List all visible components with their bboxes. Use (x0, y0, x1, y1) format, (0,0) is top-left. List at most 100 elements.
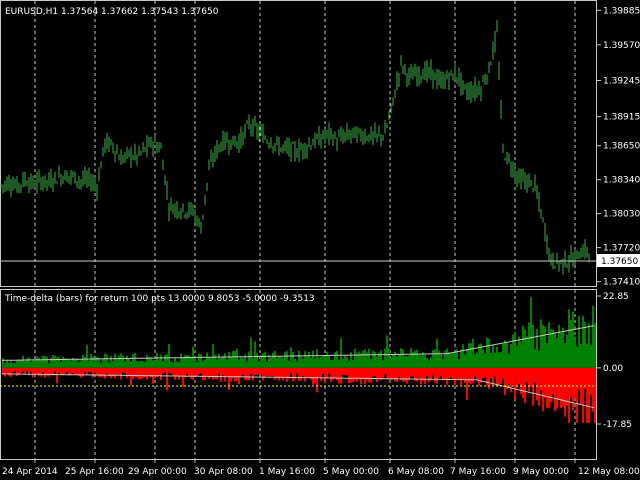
histogram-bar-up (42, 355, 44, 368)
histogram-bar-up (374, 351, 376, 368)
histogram-bar-down (554, 367, 556, 411)
histogram-bar-down (436, 367, 438, 384)
histogram-bar-up (354, 348, 356, 368)
histogram-bar-up (238, 359, 240, 368)
histogram-bar-up (528, 322, 530, 368)
histogram-bar-down (142, 367, 144, 379)
indicator-tick-label: 22.85 (603, 292, 629, 302)
histogram-bar-down (50, 367, 52, 375)
histogram-bar-down (500, 367, 502, 384)
histogram-bar-down (468, 367, 470, 383)
histogram-bar-up (336, 351, 338, 368)
symbol-info: EURUSD,H1 1.37564 1.37662 1.37543 1.3765… (5, 7, 219, 17)
histogram-bar-up (220, 358, 222, 368)
histogram-bar-down (578, 367, 580, 391)
histogram-bar-down (148, 367, 150, 377)
histogram-bar-up (206, 352, 208, 368)
histogram-bar-down (312, 367, 314, 385)
histogram-bar-down (196, 367, 198, 377)
histogram-bar-up (510, 344, 512, 368)
histogram-bar-up (150, 357, 152, 368)
histogram-bar-up (54, 355, 56, 368)
histogram-bar-up (56, 357, 58, 368)
histogram-bar-down (464, 367, 466, 383)
histogram-bar-down (164, 367, 166, 373)
histogram-bar-up (454, 352, 456, 368)
histogram-bar-down (186, 367, 188, 374)
histogram-bar-up (382, 360, 384, 368)
histogram-bar-up (420, 354, 422, 368)
histogram-bar-down (192, 367, 194, 381)
histogram-bar-down (496, 367, 498, 387)
histogram-bar-down (216, 367, 218, 380)
histogram-bar-down (412, 367, 414, 377)
histogram-bar-up (356, 353, 358, 368)
indicator-tick-label: 0.00 (603, 364, 623, 374)
histogram-bar-up (344, 355, 346, 368)
histogram-bar-down (178, 367, 180, 380)
histogram-bar-up (146, 355, 148, 368)
histogram-bar-up (272, 352, 274, 368)
histogram-bar-down (240, 367, 242, 377)
histogram-bar-down (574, 367, 576, 399)
histogram-bar-down (318, 367, 320, 377)
histogram-bar-up (410, 347, 412, 368)
histogram-bar-down (110, 367, 112, 379)
histogram-bar-up (496, 346, 498, 368)
histogram-bar-down (26, 367, 28, 372)
histogram-bar-down (508, 367, 510, 384)
histogram-bar-down (370, 367, 372, 383)
histogram-bar-down (556, 367, 558, 409)
histogram-bar-up (566, 334, 568, 368)
histogram-bar-up (274, 350, 276, 368)
histogram-bar-down (114, 367, 116, 379)
histogram-bar-down (552, 367, 554, 395)
histogram-bar-down (36, 367, 38, 375)
histogram-bar-up (340, 338, 342, 368)
histogram-bar-down (166, 367, 168, 391)
histogram-bar-down (346, 367, 348, 376)
histogram-bar-down (388, 367, 390, 380)
histogram-bar-down (24, 367, 26, 374)
histogram-bar-down (558, 367, 560, 401)
histogram-bar-down (194, 367, 196, 376)
histogram-bar-up (234, 350, 236, 368)
histogram-bar-down (338, 367, 340, 384)
histogram-bar-up (60, 361, 62, 368)
time-tick-label: 12 May 08:00 (578, 467, 640, 477)
histogram-bar-down (74, 367, 76, 375)
histogram-bar-up (286, 351, 288, 368)
histogram-bar-down (372, 367, 374, 377)
histogram-bar-up (550, 329, 552, 368)
histogram-bar-up (440, 353, 442, 368)
histogram-bar-down (582, 367, 584, 423)
histogram-bar-up (586, 343, 588, 368)
histogram-bar-down (434, 367, 436, 383)
histogram-bar-up (582, 315, 584, 368)
price-tick-label: 1.37720 (603, 244, 640, 254)
histogram-bar-up (590, 345, 592, 368)
histogram-bar-down (446, 367, 448, 385)
price-tick-label: 1.38340 (603, 176, 640, 186)
histogram-bar-up (100, 362, 102, 368)
histogram-bar-up (362, 350, 364, 368)
histogram-bar-down (268, 367, 270, 377)
histogram-bar-up (312, 350, 314, 368)
histogram-bar-up (96, 356, 98, 368)
histogram-bar-up (212, 344, 214, 368)
histogram-bar-down (576, 367, 578, 423)
histogram-bar-down (208, 367, 210, 380)
histogram-bar-up (292, 352, 294, 368)
histogram-bar-down (444, 367, 446, 381)
histogram-bar-down (350, 367, 352, 383)
histogram-bar-down (360, 367, 362, 385)
histogram-bar-down (174, 367, 176, 380)
histogram-bar-up (14, 363, 16, 368)
histogram-bar-up (110, 355, 112, 368)
histogram-bar-down (516, 367, 518, 388)
histogram-bar-up (448, 352, 450, 368)
histogram-bar-down (56, 367, 58, 384)
trading-chart[interactable]: 1.37650 1.39885 1.39570 1.39245 1.38915 1.38… (0, 0, 640, 480)
histogram-bar-down (286, 367, 288, 382)
histogram-bar-up (94, 358, 96, 368)
